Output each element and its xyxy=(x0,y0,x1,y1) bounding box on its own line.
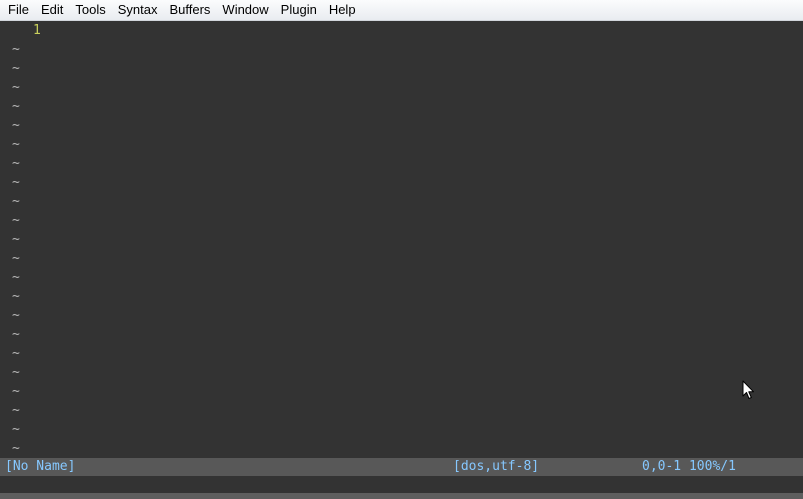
tilde-marker: ~ xyxy=(12,61,20,76)
tilde-marker: ~ xyxy=(12,346,20,361)
status-file-format: [dos,utf-8] xyxy=(453,459,540,474)
tilde-marker: ~ xyxy=(12,422,20,437)
menu-window[interactable]: Window xyxy=(216,0,274,20)
tilde-marker: ~ xyxy=(12,232,20,247)
tilde-marker: ~ xyxy=(12,308,20,323)
tilde-marker: ~ xyxy=(12,194,20,209)
menu-edit[interactable]: Edit xyxy=(35,0,69,20)
tilde-marker: ~ xyxy=(12,365,20,380)
tilde-marker: ~ xyxy=(12,403,20,418)
tilde-marker: ~ xyxy=(12,289,20,304)
tilde-marker: ~ xyxy=(12,270,20,285)
menu-file[interactable]: File xyxy=(2,0,35,20)
tilde-marker: ~ xyxy=(12,80,20,95)
status-filename: [No Name] xyxy=(5,459,76,474)
menu-tools[interactable]: Tools xyxy=(69,0,111,20)
tilde-marker: ~ xyxy=(12,441,20,456)
menu-buffers[interactable]: Buffers xyxy=(163,0,216,20)
tilde-marker: ~ xyxy=(12,384,20,399)
menu-help[interactable]: Help xyxy=(323,0,362,20)
editor-line: 1 xyxy=(0,21,47,40)
editor-text-area[interactable]: 1 ~ ~ ~ ~ ~ ~ ~ ~ ~ ~ ~ ~ ~ ~ ~ ~ ~ ~ ~ ~ ~ ~ xyxy=(0,21,803,458)
tilde-marker: ~ xyxy=(12,251,20,266)
tilde-marker: ~ xyxy=(12,156,20,171)
tilde-marker: ~ xyxy=(12,327,20,342)
tilde-marker: ~ xyxy=(12,99,20,114)
line-number: 1 xyxy=(33,23,41,38)
tilde-marker: ~ xyxy=(12,213,20,228)
menu-bar: File Edit Tools Syntax Buffers Window Pl… xyxy=(0,0,803,21)
tilde-marker: ~ xyxy=(12,137,20,152)
mouse-pointer-icon xyxy=(742,380,754,399)
tilde-marker: ~ xyxy=(12,42,20,57)
menu-plugin[interactable]: Plugin xyxy=(275,0,323,20)
vim-window: File Edit Tools Syntax Buffers Window Pl… xyxy=(0,0,803,499)
window-bottom-border xyxy=(0,493,803,499)
menu-syntax[interactable]: Syntax xyxy=(112,0,164,20)
command-line[interactable] xyxy=(0,476,803,493)
status-cursor-position: 0,0-1 100%/1 xyxy=(642,459,736,474)
status-line: [No Name] [dos,utf-8] 0,0-1 100%/1 xyxy=(0,458,803,476)
tilde-marker: ~ xyxy=(12,175,20,190)
tilde-marker: ~ xyxy=(12,118,20,133)
